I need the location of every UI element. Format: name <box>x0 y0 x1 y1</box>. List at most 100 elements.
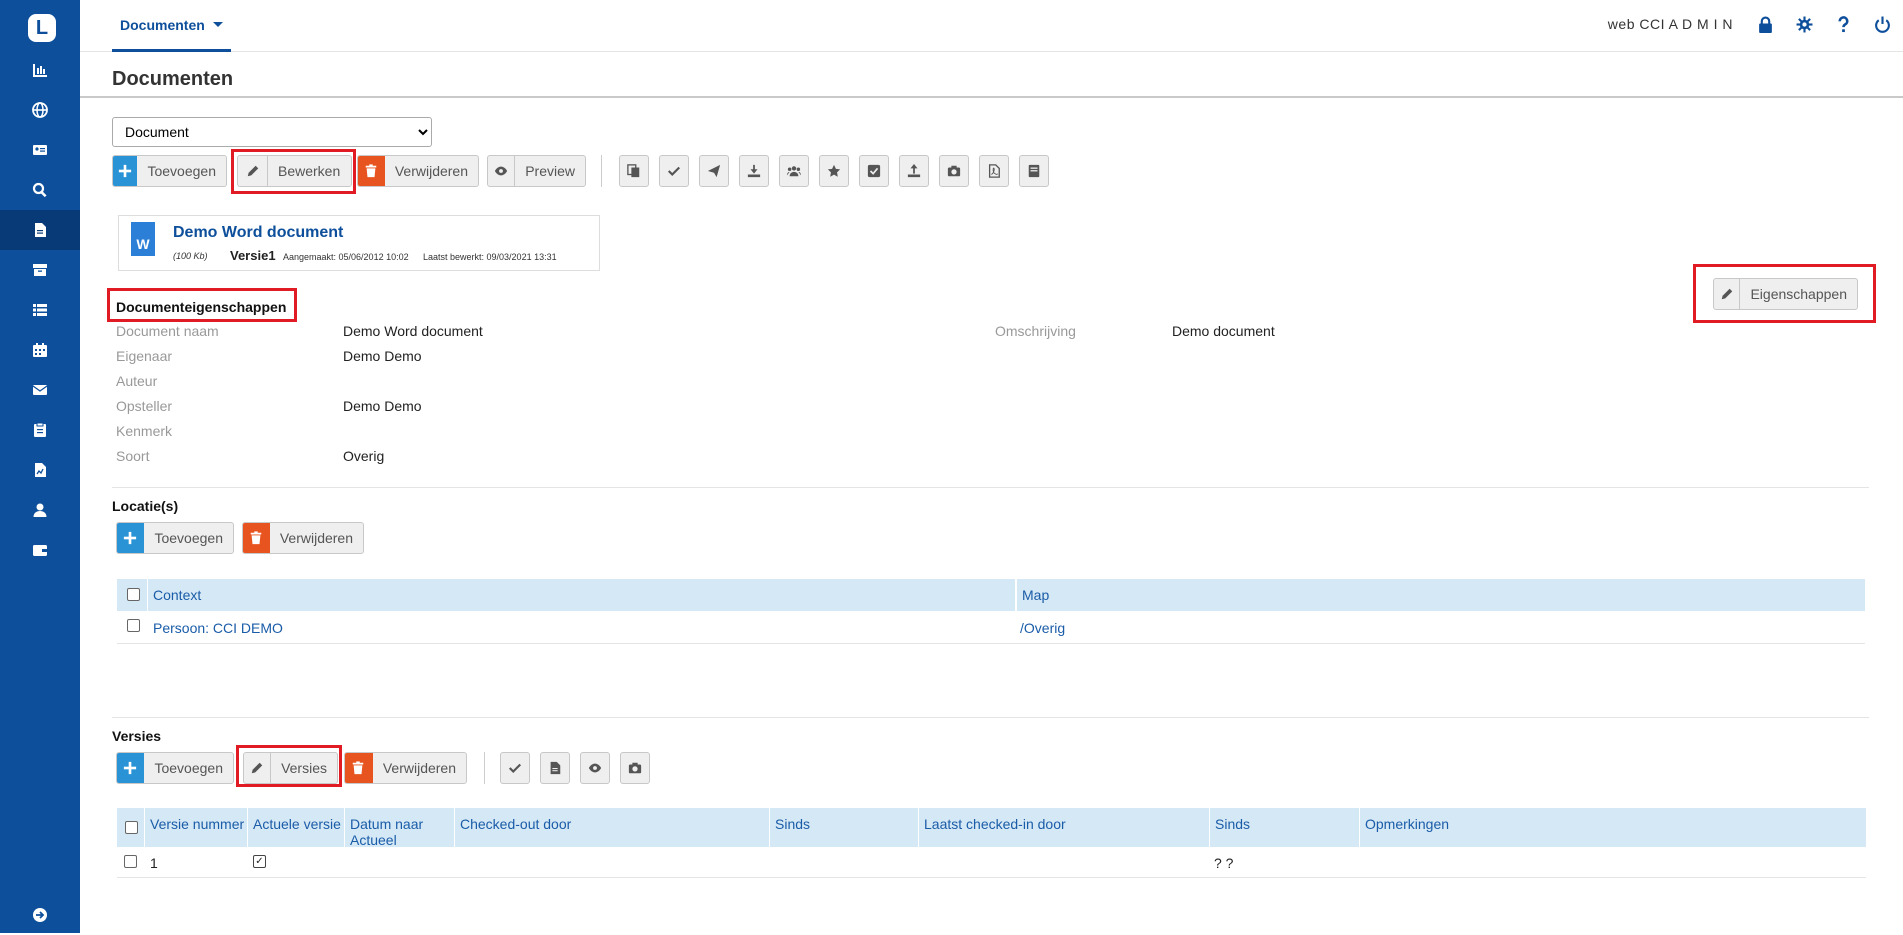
document-card[interactable]: W Demo Word document (100 Kb) Versie1 Aa… <box>118 215 600 271</box>
version-add-button[interactable]: Toevoegen <box>116 752 234 784</box>
list-icon[interactable] <box>0 290 80 330</box>
column-header[interactable]: Sinds <box>769 808 918 847</box>
property-label: Kenmerk <box>116 423 173 439</box>
toolbar-separator <box>601 155 602 187</box>
location-delete-button[interactable]: Verwijderen <box>242 522 364 554</box>
divider <box>117 643 1865 644</box>
power-icon[interactable] <box>1874 16 1891 33</box>
user-name[interactable]: web CCI A D M I N <box>1608 16 1733 32</box>
row-checkbox[interactable] <box>124 855 137 868</box>
preview-button[interactable]: Preview <box>487 155 586 187</box>
locations-table-header: Context Map <box>117 579 1865 611</box>
plus-icon <box>124 531 137 545</box>
documents-icon[interactable] <box>0 210 80 250</box>
divider <box>80 96 1903 98</box>
version-delete-button[interactable]: Verwijderen <box>344 752 467 784</box>
calendar-icon[interactable] <box>0 330 80 370</box>
lock-icon[interactable] <box>1757 16 1774 33</box>
location-delete-label: Verwijderen <box>279 530 353 546</box>
select-all-checkbox[interactable] <box>125 821 138 834</box>
mail-icon[interactable] <box>0 370 80 410</box>
gear-icon[interactable] <box>1796 16 1813 33</box>
version-add-label: Toevoegen <box>154 760 223 776</box>
dashboard-icon[interactable] <box>0 50 80 90</box>
property-value: Demo Word document <box>343 323 483 339</box>
upload-button[interactable] <box>899 155 929 187</box>
word-file-icon: W <box>131 222 155 256</box>
column-header[interactable]: Map <box>1015 579 1865 611</box>
property-value: Demo Demo <box>343 398 422 414</box>
approve-button[interactable] <box>859 155 889 187</box>
trash-icon <box>250 531 262 545</box>
eye-icon <box>588 763 602 773</box>
column-header[interactable]: Checked-out door <box>454 808 743 847</box>
wallet-icon[interactable] <box>0 530 80 570</box>
tab-documenten-label: Documenten <box>120 16 205 33</box>
user-icon[interactable] <box>0 490 80 530</box>
highlight-edit <box>231 149 356 194</box>
column-header[interactable]: Datum naar Actueel <box>344 808 454 848</box>
highlight-properties-button <box>1693 264 1876 323</box>
camera-icon <box>947 165 961 177</box>
download-button[interactable] <box>739 155 769 187</box>
property-label: Auteur <box>116 373 158 389</box>
delete-button-label: Verwijderen <box>394 163 468 179</box>
version-file-button[interactable] <box>540 752 570 784</box>
help-icon[interactable] <box>1835 15 1852 33</box>
upload-icon <box>907 164 921 178</box>
description-value: Demo document <box>1172 323 1275 339</box>
column-header[interactable]: Context <box>147 579 1131 611</box>
camera-button[interactable] <box>939 155 969 187</box>
versions-table-header: Versie nummer Actuele versie Datum naar … <box>117 808 1866 848</box>
tab-documenten[interactable]: Documenten <box>112 0 231 52</box>
share-group-button[interactable] <box>779 155 809 187</box>
column-header[interactable]: Versie nummer <box>144 808 247 847</box>
add-button[interactable]: Toevoegen <box>112 155 227 187</box>
document-size: (100 Kb) <box>173 251 208 261</box>
document-type-select[interactable]: Document <box>112 117 432 147</box>
check-icon <box>508 763 522 774</box>
file-icon <box>550 761 561 775</box>
select-all-checkbox[interactable] <box>127 588 140 601</box>
document-name[interactable]: Demo Word document <box>173 224 343 242</box>
version-check-button[interactable] <box>500 752 530 784</box>
camera-icon <box>628 762 642 774</box>
archive-icon[interactable] <box>0 250 80 290</box>
book-button[interactable] <box>1019 155 1049 187</box>
copy-button[interactable] <box>619 155 649 187</box>
location-add-button[interactable]: Toevoegen <box>116 522 234 554</box>
divider <box>117 877 1866 878</box>
column-header[interactable]: Actuele versie <box>247 808 344 847</box>
globe-icon[interactable] <box>0 90 80 130</box>
row-checkbox[interactable] <box>127 619 140 632</box>
sidebar: L <box>0 0 80 933</box>
column-header[interactable]: Opmerkingen <box>1359 808 1866 847</box>
property-label: Document naam <box>116 323 219 339</box>
app-logo[interactable]: L <box>28 14 56 42</box>
check-button[interactable] <box>659 155 689 187</box>
column-header[interactable]: Sinds <box>1209 808 1359 847</box>
property-label: Eigenaar <box>116 348 173 364</box>
contact-card-icon[interactable] <box>0 130 80 170</box>
pdf-button[interactable] <box>979 155 1009 187</box>
delete-button[interactable]: Verwijderen <box>357 155 479 187</box>
favorite-button[interactable] <box>819 155 849 187</box>
property-value: Overig <box>343 448 385 464</box>
preview-button-label: Preview <box>525 163 575 179</box>
column-header[interactable]: Laatst checked-in door <box>918 808 1209 847</box>
send-button[interactable] <box>699 155 729 187</box>
location-context-link[interactable]: Persoon: CCI DEMO <box>153 620 283 636</box>
logout-arrow-icon[interactable] <box>0 895 80 935</box>
pdf-file-icon <box>988 164 1000 178</box>
search-icon[interactable] <box>0 170 80 210</box>
users-icon <box>787 166 801 177</box>
report-icon[interactable] <box>0 450 80 490</box>
check-square-icon <box>867 164 881 178</box>
version-preview-button[interactable] <box>580 752 610 784</box>
toolbar-separator <box>484 752 485 784</box>
clipboard-icon[interactable] <box>0 410 80 450</box>
document-version: Versie1 <box>230 248 276 263</box>
location-map-link[interactable]: /Overig <box>1020 620 1065 636</box>
version-camera-button[interactable] <box>620 752 650 784</box>
check-icon <box>667 166 681 177</box>
